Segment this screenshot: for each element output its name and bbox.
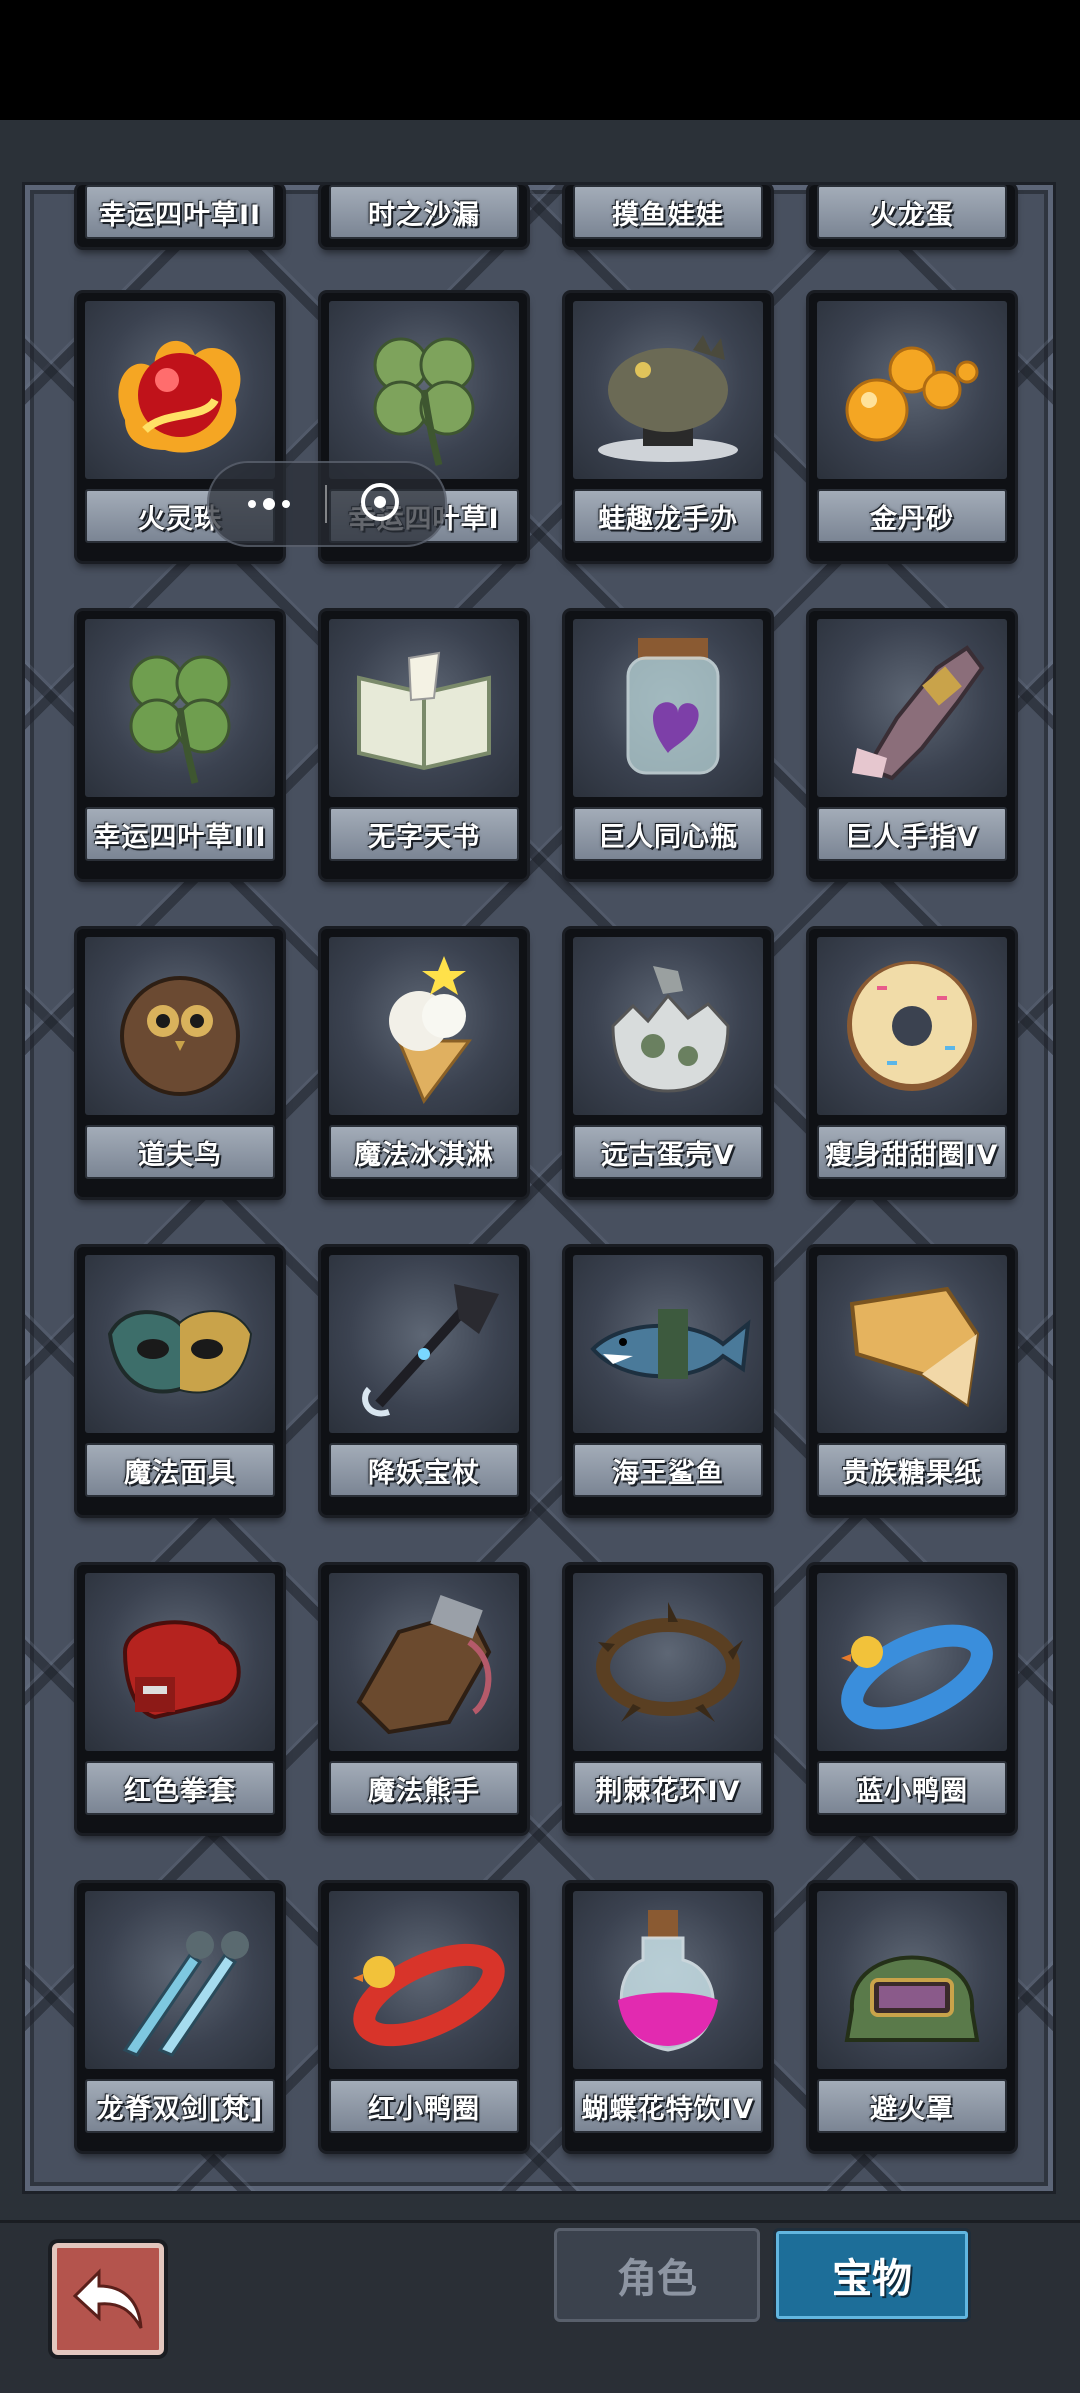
treasure-card[interactable]: 摸鱼娃娃: [565, 185, 771, 247]
four-leaf-clover-icon: [85, 619, 275, 797]
back-arrow-icon: [72, 2268, 143, 2329]
game-screen: 幸运四叶草II 时之沙漏 摸鱼娃娃 火龙蛋 火灵珠 幸运四叶草I: [0, 120, 1080, 2390]
broken-eggshell-icon: [573, 937, 763, 1115]
fire-orb-icon: [85, 301, 275, 479]
treasure-label: 瘦身甜甜圈IV: [817, 1125, 1007, 1179]
treasure-card[interactable]: 幸运四叶草III: [77, 611, 283, 879]
treasure-label: 时之沙漏: [329, 185, 519, 239]
red-duck-ring-icon: [329, 1891, 519, 2069]
mask-icon: [85, 1255, 275, 1433]
open-book-icon: [329, 619, 519, 797]
treasure-label: 魔法面具: [85, 1443, 275, 1497]
treasure-label: 蓝小鸭圈: [817, 1761, 1007, 1815]
treasure-label: 降妖宝杖: [329, 1443, 519, 1497]
thorn-wreath-icon: [573, 1573, 763, 1751]
treasure-card[interactable]: 火龙蛋: [809, 185, 1015, 247]
treasure-card[interactable]: 时之沙漏: [321, 185, 527, 247]
treasure-label: 贵族糖果纸: [817, 1443, 1007, 1497]
heart-jar-icon: [573, 619, 763, 797]
treasure-card[interactable]: 海王鲨鱼: [565, 1247, 771, 1515]
treasure-label: 幸运四叶草II: [85, 185, 275, 239]
twin-swords-icon: [85, 1891, 275, 2069]
treasure-card[interactable]: 巨人同心瓶: [565, 611, 771, 879]
treasure-card[interactable]: 蓝小鸭圈: [809, 1565, 1015, 1833]
treasure-card[interactable]: 道夫鸟: [77, 929, 283, 1197]
treasure-label: 摸鱼娃娃: [573, 185, 763, 239]
treasure-card[interactable]: 避火罩: [809, 1883, 1015, 2151]
treasure-label: 避火罩: [817, 2079, 1007, 2133]
treasure-label: 道夫鸟: [85, 1125, 275, 1179]
treasure-label: 远古蛋壳V: [573, 1125, 763, 1179]
treasure-label: 巨人同心瓶: [573, 807, 763, 861]
toad-dragon-figure-icon: [573, 301, 763, 479]
treasure-card[interactable]: 幸运四叶草II: [77, 185, 283, 247]
treasure-card[interactable]: 荆棘花环IV: [565, 1565, 771, 1833]
mini-program-capsule: [207, 461, 447, 547]
tab-treasure[interactable]: 宝物: [773, 2228, 971, 2322]
golden-pills-icon: [817, 301, 1007, 479]
fire-helmet-icon: [817, 1891, 1007, 2069]
treasure-card[interactable]: 龙脊双剑[梵]: [77, 1883, 283, 2151]
treasure-card[interactable]: 瘦身甜甜圈IV: [809, 929, 1015, 1197]
treasure-label: 幸运四叶草III: [85, 807, 275, 861]
treasure-card[interactable]: 蝴蝶花特饮IV: [565, 1883, 771, 2151]
treasure-panel[interactable]: 幸运四叶草II 时之沙漏 摸鱼娃娃 火龙蛋 火灵珠 幸运四叶草I: [22, 182, 1056, 2194]
owl-icon: [85, 937, 275, 1115]
treasure-card[interactable]: 降妖宝杖: [321, 1247, 527, 1515]
potion-bottle-icon: [573, 1891, 763, 2069]
treasure-card[interactable]: 魔法熊手: [321, 1565, 527, 1833]
candy-wrapper-icon: [817, 1255, 1007, 1433]
status-bar: [0, 0, 1080, 120]
treasure-label: 龙脊双剑[梵]: [85, 2079, 275, 2133]
capsule-divider: [325, 485, 327, 523]
treasure-label: 荆棘花环IV: [573, 1761, 763, 1815]
back-button[interactable]: [52, 2243, 164, 2355]
treasure-label: 魔法熊手: [329, 1761, 519, 1815]
treasure-label: 蝴蝶花特饮IV: [573, 2079, 763, 2133]
close-circle-icon[interactable]: [361, 483, 399, 521]
treasure-label: 红色拳套: [85, 1761, 275, 1815]
treasure-label: 魔法冰淇淋: [329, 1125, 519, 1179]
boxing-glove-icon: [85, 1573, 275, 1751]
treasure-card[interactable]: 远古蛋壳V: [565, 929, 771, 1197]
treasure-card[interactable]: 魔法面具: [77, 1247, 283, 1515]
treasure-label: 金丹砂: [817, 489, 1007, 543]
treasure-label: 蛙趣龙手办: [573, 489, 763, 543]
bear-paw-icon: [329, 1573, 519, 1751]
treasure-label: 无字天书: [329, 807, 519, 861]
treasure-card[interactable]: 无字天书: [321, 611, 527, 879]
blue-duck-ring-icon: [817, 1573, 1007, 1751]
treasure-card[interactable]: 红色拳套: [77, 1565, 283, 1833]
treasure-card[interactable]: 巨人手指V: [809, 611, 1015, 879]
treasure-label: 巨人手指V: [817, 807, 1007, 861]
magic-staff-icon: [329, 1255, 519, 1433]
treasure-label: 海王鲨鱼: [573, 1443, 763, 1497]
treasure-card[interactable]: 红小鸭圈: [321, 1883, 527, 2151]
tab-role[interactable]: 角色: [554, 2228, 760, 2322]
four-leaf-clover-icon: [329, 301, 519, 479]
treasure-card[interactable]: 金丹砂: [809, 293, 1015, 561]
treasure-label: 火龙蛋: [817, 185, 1007, 239]
giant-finger-icon: [817, 619, 1007, 797]
shark-icon: [573, 1255, 763, 1433]
treasure-card[interactable]: 贵族糖果纸: [809, 1247, 1015, 1515]
more-options-icon[interactable]: [239, 489, 299, 519]
donut-icon: [817, 937, 1007, 1115]
treasure-card[interactable]: 魔法冰淇淋: [321, 929, 527, 1197]
ice-cream-icon: [329, 937, 519, 1115]
treasure-card[interactable]: 蛙趣龙手办: [565, 293, 771, 561]
treasure-label: 红小鸭圈: [329, 2079, 519, 2133]
